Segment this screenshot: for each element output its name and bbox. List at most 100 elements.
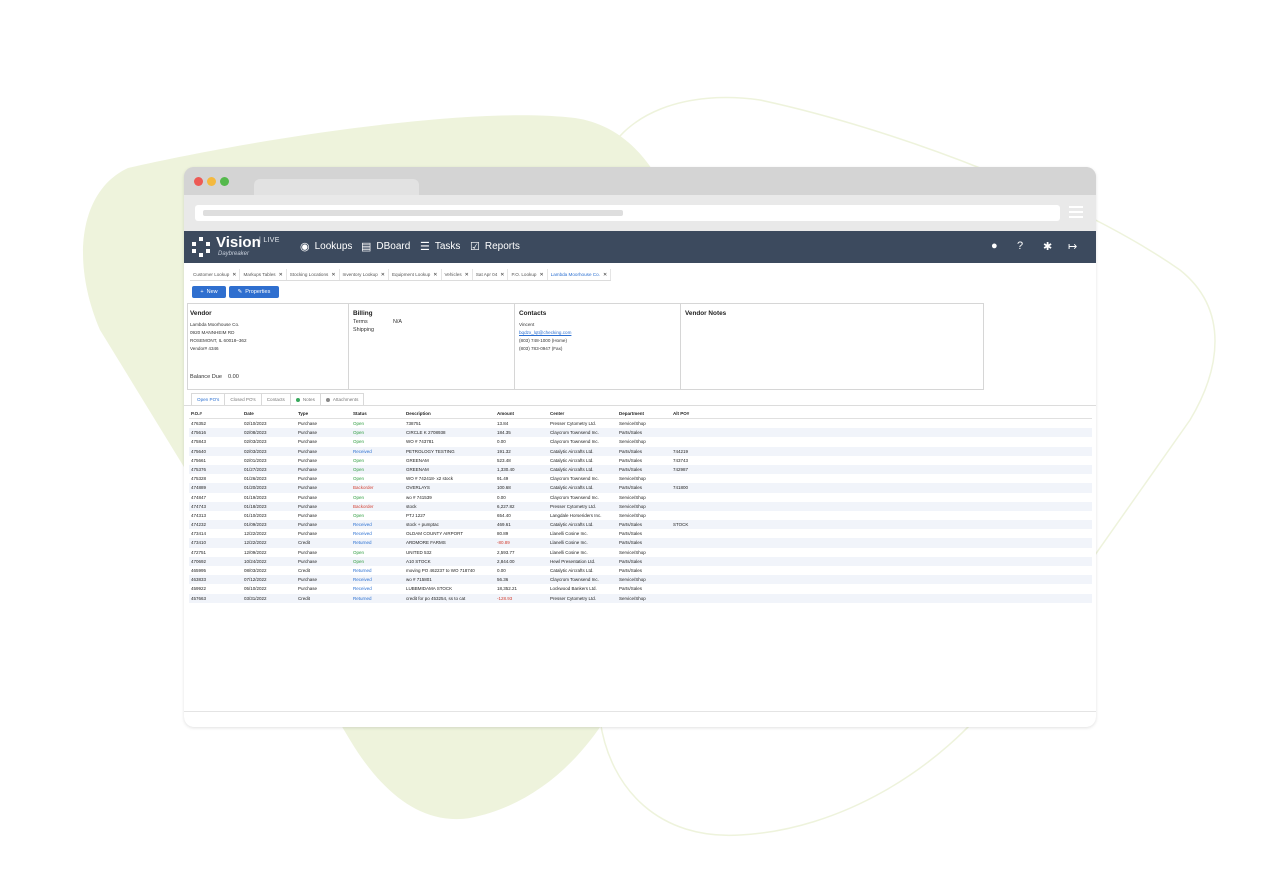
tab-label: Inventory Lookup xyxy=(342,272,378,277)
tab-vehicles[interactable]: Vehicles ✕ xyxy=(442,269,473,280)
table-cell: Purchase xyxy=(298,586,318,592)
table-row[interactable]: 475661 02/01/2023 Purchase Open GREENAM 523.4… xyxy=(189,456,1092,465)
maximize-window-button[interactable] xyxy=(220,177,229,186)
close-icon[interactable]: ✕ xyxy=(331,272,335,280)
close-window-button[interactable] xyxy=(194,177,203,186)
column-header[interactable]: Type xyxy=(298,411,350,416)
table-cell: Open xyxy=(353,439,365,445)
table-row[interactable]: 475616 02/08/2023 Purchase Open CIRCLE K 270… xyxy=(189,428,1092,438)
table-cell: Service/Shop xyxy=(619,595,646,601)
minimize-window-button[interactable] xyxy=(207,177,216,186)
close-icon[interactable]: ✕ xyxy=(539,272,543,280)
close-icon[interactable]: ✕ xyxy=(603,272,607,280)
table-row[interactable]: 457663 03/31/2022 Credit Returned credit for… xyxy=(189,593,1092,603)
table-cell: 474889 xyxy=(191,485,207,491)
table-cell: Purchase xyxy=(298,466,318,472)
nav-dboard[interactable]: ▤ DBoard xyxy=(361,241,410,252)
table-row[interactable]: 474313 01/10/2023 Purchase Open PTJ 1227 654.… xyxy=(189,511,1092,520)
nav-lookups[interactable]: ◉ Lookups xyxy=(300,241,352,252)
tab-stocking-locations[interactable]: Stocking Locations ✕ xyxy=(287,269,340,280)
table-row[interactable]: 465995 08/03/2022 Credit Returned moving PO … xyxy=(189,566,1092,575)
close-icon[interactable]: ✕ xyxy=(465,272,469,280)
table-cell: Purchase xyxy=(298,531,318,537)
tab-customer-lookup[interactable]: Customer Lookup ✕ xyxy=(190,269,241,280)
table-cell: 470692 xyxy=(191,558,207,564)
subtab-label: Attachments xyxy=(332,397,359,402)
table-cell: Service/Shop xyxy=(619,512,646,518)
nav-reports[interactable]: ☑ Reports xyxy=(470,241,520,252)
table-row[interactable]: 473414 12/22/2022 Purchase Received OLDAM CO… xyxy=(189,529,1092,538)
column-header[interactable]: Amount xyxy=(497,411,547,416)
table-cell: 654.40 xyxy=(497,512,511,518)
table-row[interactable]: 473410 12/22/2022 Credit Returned ARDMORE FA… xyxy=(189,538,1092,548)
table-row[interactable]: 463833 07/12/2022 Purchase Received wo # 715… xyxy=(189,575,1092,585)
nav-tasks[interactable]: ☰ Tasks xyxy=(420,241,460,252)
brand-subtitle: Daybreaker xyxy=(218,251,250,257)
close-icon[interactable]: ✕ xyxy=(381,272,385,280)
properties-button[interactable]: ✎ Properties xyxy=(229,286,279,298)
column-header[interactable]: Status xyxy=(353,411,403,416)
table-row[interactable]: 472751 12/09/2022 Purchase Open UNITED 532 2,… xyxy=(189,548,1092,557)
close-icon[interactable]: ✕ xyxy=(279,272,283,280)
user-icon[interactable]: ● xyxy=(991,240,998,252)
table-row[interactable]: 476352 02/10/2023 Purchase Open 738751 13.84 P… xyxy=(189,419,1092,428)
logout-icon[interactable]: ↦ xyxy=(1068,240,1077,253)
table-cell: stock xyxy=(406,503,417,509)
tab-sat-apr-04[interactable]: Sat Apr 04 ✕ xyxy=(473,269,509,280)
new-button[interactable]: + New xyxy=(192,286,226,298)
table-cell: 475616 xyxy=(191,430,207,436)
table-cell: Parts/Sales xyxy=(619,522,643,528)
tab-lambda-moorhouse[interactable]: Lambda Moorhouse Co. ✕ xyxy=(548,269,612,280)
column-header[interactable]: Date xyxy=(244,411,294,416)
column-header[interactable]: Description xyxy=(406,411,494,416)
table-cell: Open xyxy=(353,558,365,564)
table-row[interactable]: 475328 01/26/2023 Purchase Open WO # 742418-… xyxy=(189,474,1092,483)
tab-po-lookup[interactable]: P.O. Lookup ✕ xyxy=(508,269,548,280)
browser-menu-icon[interactable] xyxy=(1069,206,1083,220)
help-icon[interactable]: ? xyxy=(1017,240,1023,252)
subtab-open-pos[interactable]: Open PO's xyxy=(191,393,226,405)
close-icon[interactable]: ✕ xyxy=(433,272,437,280)
table-cell: Claycrom Townsend Inc. xyxy=(550,577,599,583)
table-row[interactable]: 475376 01/27/2023 Purchase Open GREENAM 1,330… xyxy=(189,464,1092,475)
close-icon[interactable]: ✕ xyxy=(500,272,504,280)
column-header[interactable]: Center xyxy=(550,411,616,416)
table-cell: Parts/Sales xyxy=(619,485,643,491)
table-row[interactable]: 475843 02/03/2023 Purchase Open WO # 743781 0… xyxy=(189,437,1092,446)
table-row[interactable]: 474889 01/20/2023 Purchase Backorder OVERLAY… xyxy=(189,483,1092,493)
table-row[interactable]: 470692 10/24/2022 Purchase Open A10 STOCK 2,8… xyxy=(189,556,1092,566)
table-cell: Credit xyxy=(298,568,311,573)
column-header[interactable]: Alt PO# xyxy=(673,411,733,416)
table-row[interactable]: 459922 05/10/2022 Purchase Received LUBBMIDA… xyxy=(189,584,1092,593)
tab-markups-tables[interactable]: Markups Tables ✕ xyxy=(240,269,287,280)
table-row[interactable]: 475640 02/03/2023 Purchase Received PETROLOG… xyxy=(189,446,1092,456)
table-cell: 12/22/2022 xyxy=(244,540,267,546)
column-header[interactable]: P.O.# xyxy=(191,411,241,416)
subtab-contacts[interactable]: Contacts xyxy=(260,393,291,405)
table-cell: Service/Shop xyxy=(619,494,646,500)
settings-icon[interactable]: ✱ xyxy=(1043,240,1052,253)
table-cell: Catalytic Aircrafts Ltd. xyxy=(550,448,594,454)
table-row[interactable]: 474847 01/19/2023 Purchase Open wo # 741539 0… xyxy=(189,493,1092,502)
nav-lookups-label: Lookups xyxy=(314,241,353,252)
subtab-attachments[interactable]: Attachments xyxy=(319,393,365,405)
column-header[interactable]: Department xyxy=(619,411,671,416)
table-cell: 742987 xyxy=(673,466,689,472)
table-cell: 03/31/2022 xyxy=(244,595,267,601)
subtab-notes[interactable]: Notes xyxy=(289,393,321,405)
list-icon: ☰ xyxy=(420,240,430,253)
table-row[interactable]: 474743 01/18/2023 Purchase Backorder stock 6,… xyxy=(189,501,1092,511)
table-cell: 01/27/2023 xyxy=(244,466,267,472)
table-row[interactable]: 474232 01/09/2023 Purchase Received stock + … xyxy=(189,520,1092,530)
table-cell: 184.35 xyxy=(497,430,511,436)
close-icon[interactable]: ✕ xyxy=(232,272,236,280)
subtab-closed-pos[interactable]: Closed PO's xyxy=(224,393,262,405)
app-content: Customer Lookup ✕ Markups Tables ✕ Stockin… xyxy=(184,263,1096,727)
tab-inventory-lookup[interactable]: Inventory Lookup ✕ xyxy=(340,269,389,280)
footer-divider xyxy=(184,711,1096,712)
browser-tab[interactable] xyxy=(254,179,419,195)
tab-equipment-lookup[interactable]: Equipment Lookup ✕ xyxy=(389,269,442,280)
address-bar[interactable] xyxy=(195,205,1060,221)
contact-email-link[interactable]: bqdzx_lqt@checking.com xyxy=(519,330,571,335)
table-cell: Purchase xyxy=(298,421,318,426)
